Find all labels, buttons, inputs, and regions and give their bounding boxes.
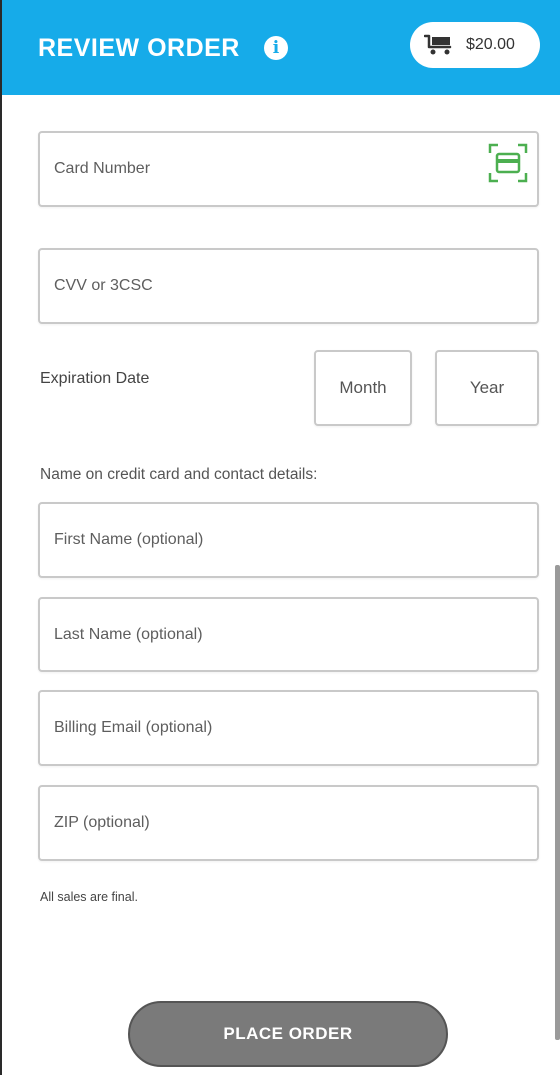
first-name-input[interactable]	[54, 504, 494, 576]
card-scan-icon[interactable]	[487, 142, 529, 184]
last-name-input[interactable]	[54, 599, 494, 670]
info-icon[interactable]: i	[264, 36, 288, 60]
cvv-field[interactable]	[38, 248, 539, 324]
zip-field[interactable]	[38, 785, 539, 861]
page-title: REVIEW ORDER	[38, 34, 240, 62]
first-name-field[interactable]	[38, 502, 539, 578]
shopping-cart-icon	[424, 34, 452, 55]
billing-email-input[interactable]	[54, 692, 494, 764]
last-name-field[interactable]	[38, 597, 539, 672]
expiration-year-field[interactable]	[435, 350, 539, 426]
contact-details-label: Name on credit card and contact details:	[40, 466, 318, 483]
expiration-month-input[interactable]	[316, 352, 410, 424]
place-order-button[interactable]: PLACE ORDER	[128, 1001, 448, 1067]
expiration-date-label: Expiration Date	[40, 370, 150, 387]
header-bar: REVIEW ORDER i $20.00	[2, 0, 560, 95]
card-number-input[interactable]	[54, 133, 494, 205]
cvv-input[interactable]	[54, 250, 494, 322]
checkout-screen: REVIEW ORDER i $20.00 Expiration Date Na…	[0, 0, 560, 1075]
zip-input[interactable]	[54, 787, 494, 859]
scrollbar[interactable]	[555, 565, 560, 1040]
cart-total: $20.00	[466, 36, 515, 53]
cart-summary-button[interactable]: $20.00	[410, 22, 540, 68]
expiration-year-input[interactable]	[437, 352, 537, 424]
billing-email-field[interactable]	[38, 690, 539, 766]
expiration-month-field[interactable]	[314, 350, 412, 426]
card-number-field[interactable]	[38, 131, 539, 207]
sales-disclaimer: All sales are final.	[40, 890, 138, 904]
